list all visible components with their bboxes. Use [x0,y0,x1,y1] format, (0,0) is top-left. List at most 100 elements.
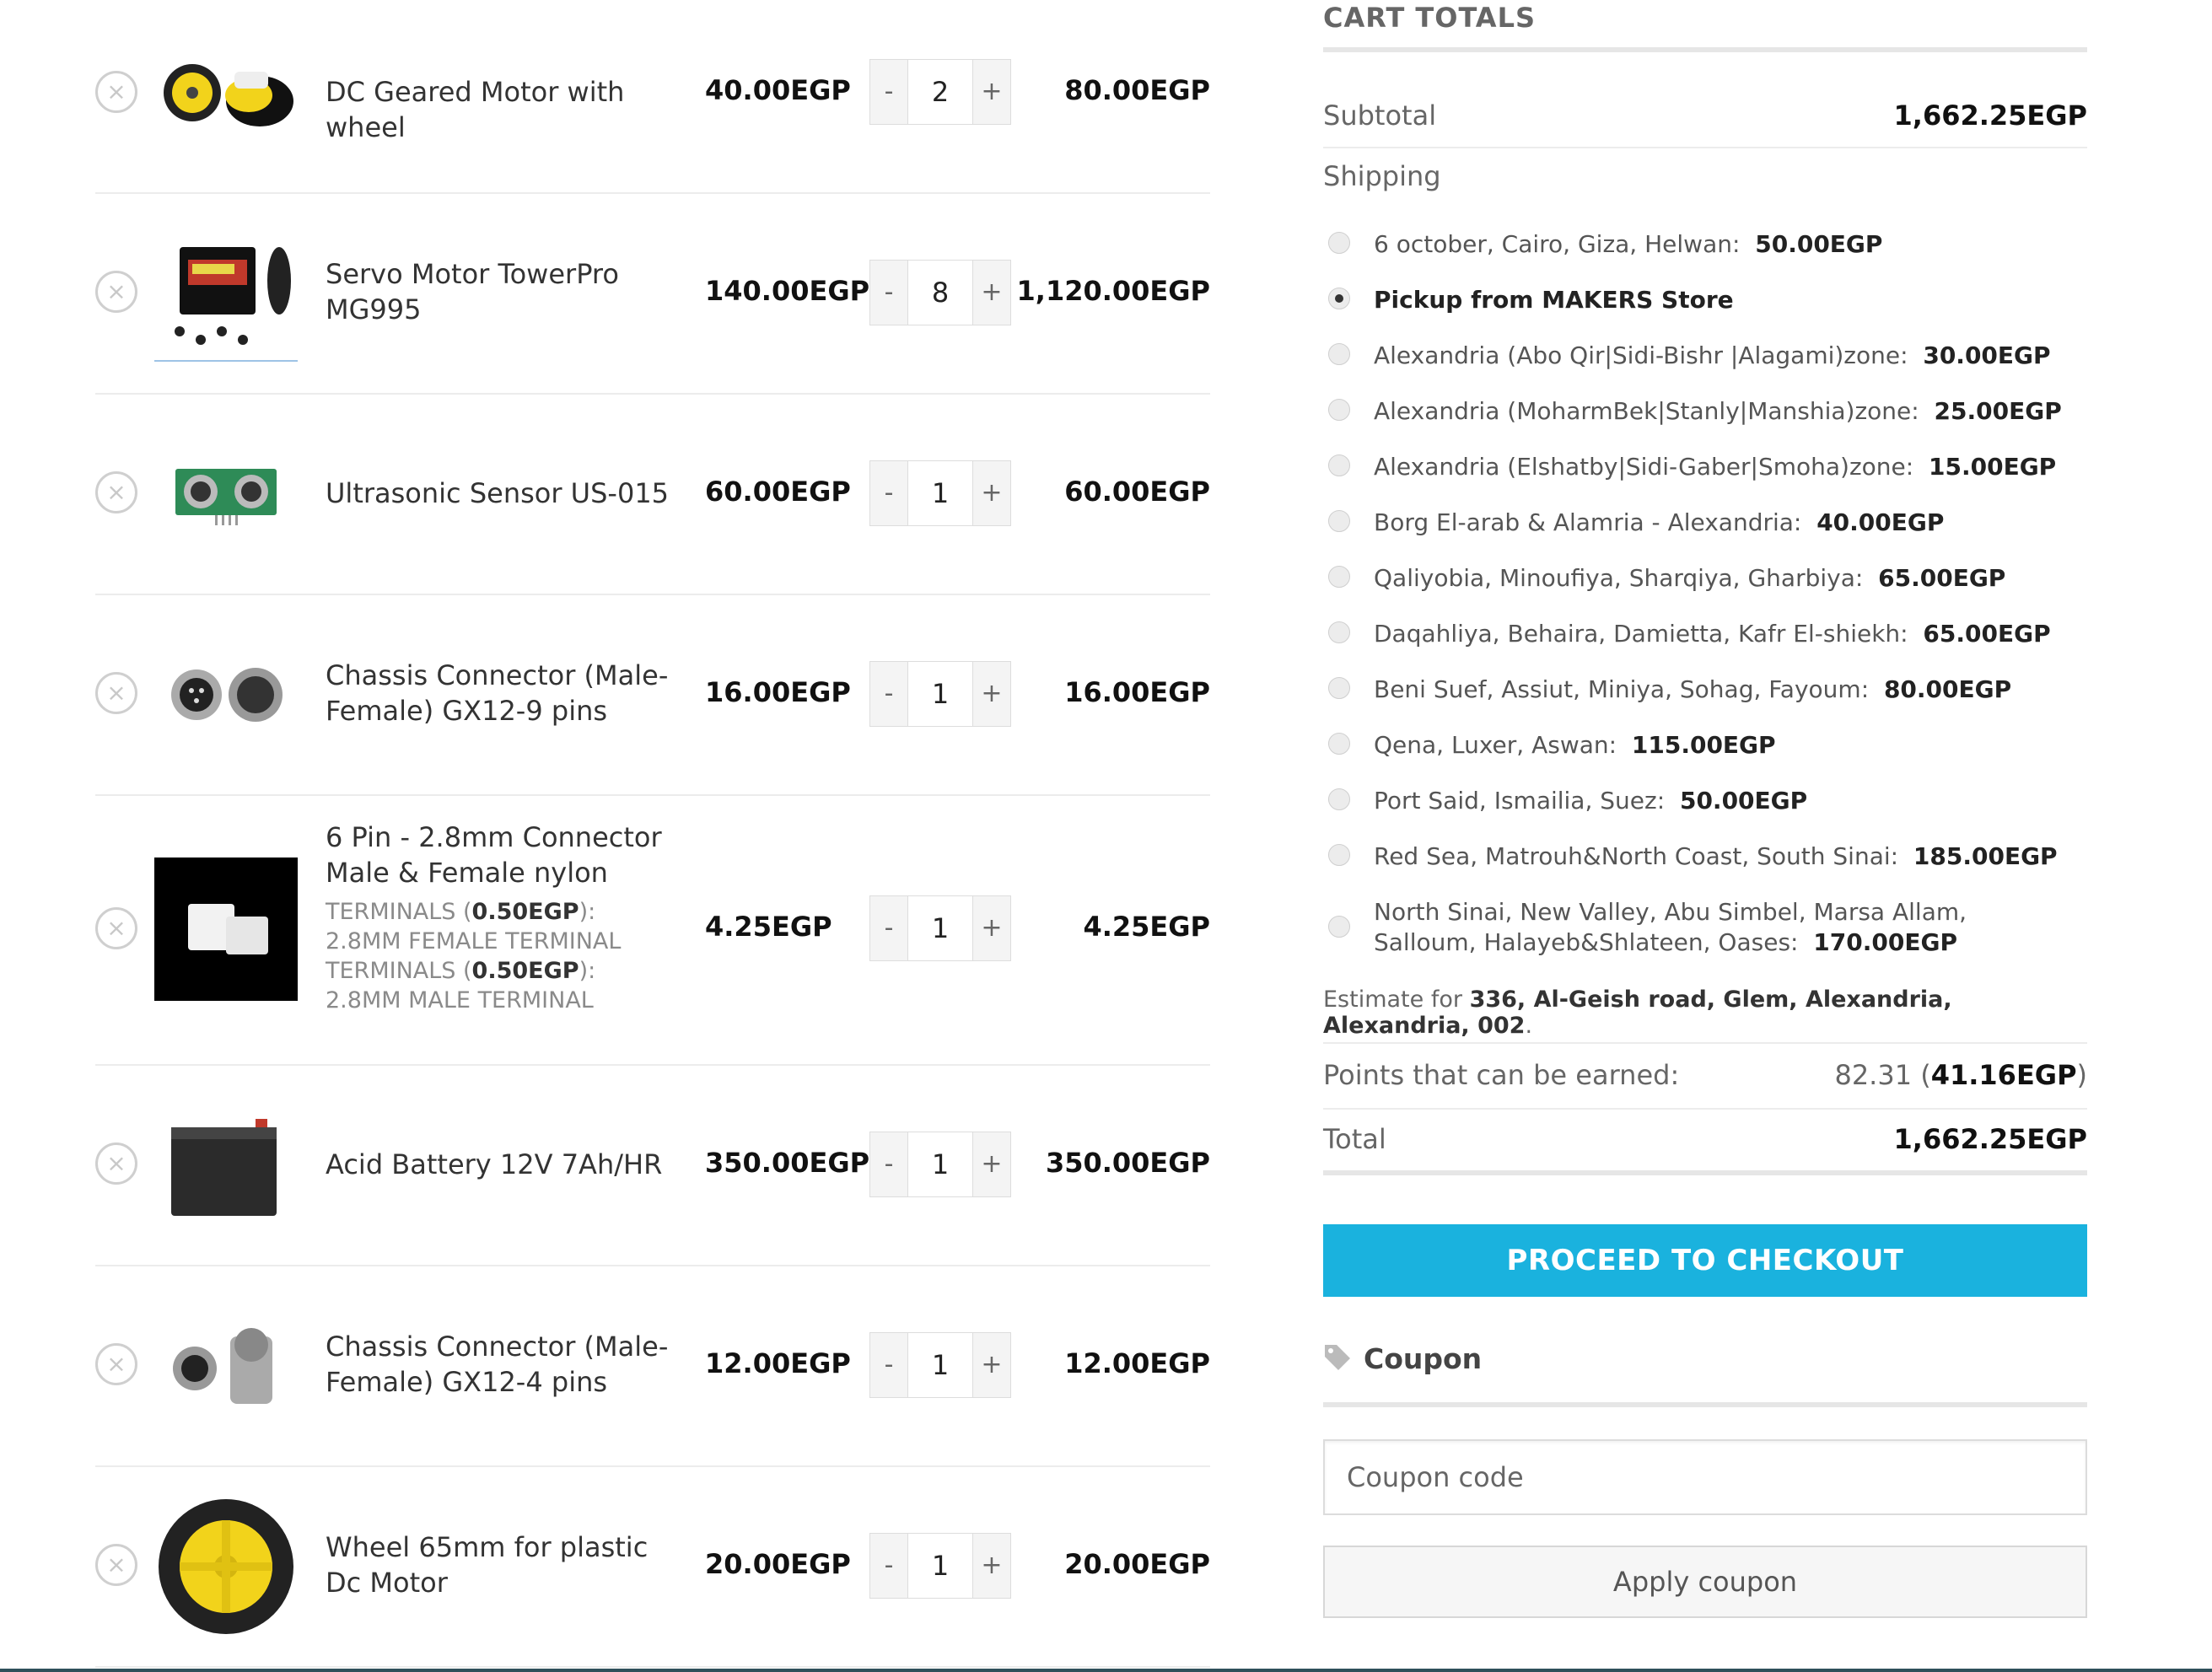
estimate-suffix: . [1525,1013,1533,1039]
points-value: 82.31 (41.16EGP) [1834,1059,2087,1091]
qty-input[interactable]: 2 [908,59,972,125]
radio-button[interactable] [1328,916,1350,938]
shipping-option-text[interactable]: Qena, Luxer, Aswan: 115.00EGP [1374,730,2065,761]
qty-minus-button[interactable]: - [869,661,908,727]
qty-plus-button[interactable]: + [972,1332,1011,1398]
qty-minus-button[interactable]: - [869,1332,908,1398]
product-name[interactable]: Servo Motor TowerPro MG995 [326,256,680,327]
qty-plus-button[interactable]: + [972,260,1011,325]
variation-value: 2.8MM FEMALE TERMINAL [326,928,622,954]
shipping-option-text[interactable]: Alexandria (Elshatby|Sidi-Gaber|Smoha)zo… [1374,452,2065,482]
remove-item-button[interactable]: × [95,71,137,113]
qty-input[interactable]: 1 [908,460,972,526]
product-thumbnail[interactable] [154,1495,298,1638]
cart-item: × Chassis Connector (Male-Female) GX12-9… [95,594,1210,796]
qty-input[interactable]: 1 [908,1533,972,1599]
product-thumbnail[interactable] [154,623,298,766]
cart-item: × Servo Motor TowerPro MG995 140.00EGP -… [95,192,1210,395]
product-thumbnail[interactable] [154,21,298,164]
qty-plus-button[interactable]: + [972,895,1011,961]
product-subtotal: 20.00EGP [1064,1548,1210,1580]
coupon-code-input[interactable] [1323,1439,2087,1515]
qty-plus-button[interactable]: + [972,1533,1011,1599]
shipping-option-label: Alexandria (Abo Qir|Sidi-Bishr |Alagami)… [1374,341,1908,369]
product-name[interactable]: 6 Pin - 2.8mm Connector Male & Female ny… [326,820,680,1015]
remove-item-button[interactable]: × [95,1544,137,1586]
remove-item-button[interactable]: × [95,471,137,513]
product-name[interactable]: Ultrasonic Sensor US-015 [326,476,680,511]
cart-item: × 6 Pin - 2.8mm Connector Male & Female … [95,794,1210,1066]
radio-button[interactable] [1328,788,1350,810]
shipping-option-text[interactable]: Alexandria (MoharmBek|Stanly|Manshia)zon… [1374,396,2065,427]
radio-button[interactable] [1328,510,1350,532]
shipping-option-text[interactable]: Alexandria (Abo Qir|Sidi-Bishr |Alagami)… [1374,341,2065,371]
qty-minus-button[interactable]: - [869,260,908,325]
radio-button[interactable] [1328,399,1350,421]
qty-minus-button[interactable]: - [869,460,908,526]
qty-minus-button[interactable]: - [869,895,908,961]
variation-amount: 0.50EGP [471,899,579,925]
remove-item-button[interactable]: × [95,1142,137,1185]
qty-input[interactable]: 1 [908,1332,972,1398]
product-name[interactable]: Chassis Connector (Male-Female) GX12-9 p… [326,658,680,728]
qty-minus-button[interactable]: - [869,1132,908,1197]
footer-bar [0,1669,2212,1672]
remove-item-button[interactable]: × [95,672,137,714]
product-name[interactable]: DC Geared Motor with wheel [326,74,680,145]
remove-item-button[interactable]: × [95,907,137,949]
shipping-option-text[interactable]: 6 october, Cairo, Giza, Helwan: 50.00EGP [1374,229,2065,260]
apply-coupon-button[interactable]: Apply coupon [1323,1546,2087,1618]
qty-plus-button[interactable]: + [972,661,1011,727]
shipping-option-price: 50.00EGP [1755,230,1883,258]
radio-button[interactable] [1328,677,1350,699]
shipping-option-text[interactable]: Port Said, Ismailia, Suez: 50.00EGP [1374,786,2065,816]
coupon-heading: Coupon [1323,1342,1482,1375]
shipping-option-text[interactable]: Qaliyobia, Minoufiya, Sharqiya, Gharbiya… [1374,563,2065,594]
shipping-option-text[interactable]: Pickup from MAKERS Store [1374,285,2065,315]
product-name[interactable]: Wheel 65mm for plastic Dc Motor [326,1530,680,1600]
radio-button[interactable] [1328,232,1350,254]
divider [1323,1402,2087,1407]
shipping-option-label: Qaliyobia, Minoufiya, Sharqiya, Gharbiya… [1374,564,1864,592]
points-money: 41.16EGP [1930,1059,2077,1091]
product-name[interactable]: Acid Battery 12V 7Ah/HR [326,1147,680,1182]
product-name[interactable]: Chassis Connector (Male-Female) GX12-4 p… [326,1329,680,1400]
remove-item-button[interactable]: × [95,271,137,313]
radio-button[interactable] [1328,454,1350,476]
product-thumbnail[interactable] [154,858,298,1001]
radio-button[interactable] [1328,621,1350,643]
shipping-option-text[interactable]: Borg El-arab & Alamria - Alexandria: 40.… [1374,508,2065,538]
qty-minus-button[interactable]: - [869,59,908,125]
shipping-option-price: 185.00EGP [1913,842,2058,870]
shipping-option-text[interactable]: Beni Suef, Assiut, Miniya, Sohag, Fayoum… [1374,675,2065,705]
shipping-option-text[interactable]: North Sinai, New Valley, Abu Simbel, Mar… [1374,897,2065,958]
product-thumbnail[interactable] [154,1094,298,1237]
shipping-option-text[interactable]: Red Sea, Matrouh&North Coast, South Sina… [1374,841,2065,872]
shipping-option-text[interactable]: Daqahliya, Behaira, Damietta, Kafr El-sh… [1374,619,2065,649]
qty-input[interactable]: 1 [908,661,972,727]
qty-plus-button[interactable]: + [972,59,1011,125]
product-thumbnail[interactable] [154,422,298,566]
qty-minus-button[interactable]: - [869,1533,908,1599]
radio-button[interactable] [1328,733,1350,755]
radio-button[interactable] [1328,844,1350,866]
radio-button-selected[interactable] [1328,288,1350,309]
qty-input[interactable]: 1 [908,895,972,961]
qty-input[interactable]: 8 [908,260,972,325]
points-number: 82.31 [1834,1059,1913,1091]
product-price: 16.00EGP [705,676,851,708]
quantity-stepper: - 1 + [869,460,1021,528]
remove-item-button[interactable]: × [95,1343,137,1385]
product-price: 4.25EGP [705,911,832,943]
product-subtotal: 1,120.00EGP [1016,275,1210,307]
product-thumbnail[interactable] [154,1294,298,1438]
product-thumbnail[interactable] [154,222,298,365]
qty-plus-button[interactable]: + [972,1132,1011,1197]
points-label: Points that can be earned: [1323,1059,1680,1091]
proceed-to-checkout-button[interactable]: PROCEED TO CHECKOUT [1323,1224,2087,1297]
radio-button[interactable] [1328,566,1350,588]
product-name-text[interactable]: 6 Pin - 2.8mm Connector Male & Female ny… [326,820,680,890]
radio-button[interactable] [1328,343,1350,365]
qty-plus-button[interactable]: + [972,460,1011,526]
qty-input[interactable]: 1 [908,1132,972,1197]
